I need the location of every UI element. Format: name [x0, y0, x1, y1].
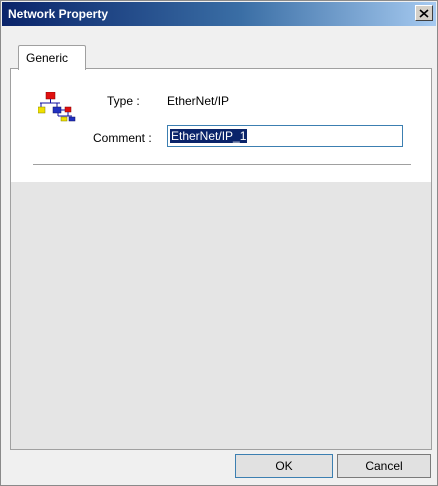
- cancel-button[interactable]: Cancel: [337, 454, 431, 478]
- network-property-dialog: Network Property Generic Type : EtherNet…: [0, 0, 438, 486]
- title-bar: Network Property: [2, 2, 436, 26]
- window-title: Network Property: [8, 7, 109, 21]
- comment-label: Comment :: [93, 131, 152, 145]
- close-icon: [419, 8, 429, 18]
- type-value: EtherNet/IP: [167, 94, 230, 108]
- tab-panel: Type : EtherNet/IP Comment : EtherNet/IP…: [10, 68, 432, 450]
- tab-generic-label: Generic: [26, 51, 69, 65]
- comment-value: EtherNet/IP_1: [170, 129, 248, 143]
- tab-generic[interactable]: Generic: [18, 45, 86, 70]
- comment-input[interactable]: EtherNet/IP_1: [167, 125, 403, 147]
- ok-button[interactable]: OK: [235, 454, 333, 478]
- network-icon: [38, 92, 76, 122]
- close-button[interactable]: [415, 5, 433, 21]
- panel-empty-area: [11, 182, 431, 449]
- type-label: Type :: [107, 94, 140, 108]
- separator: [33, 164, 411, 166]
